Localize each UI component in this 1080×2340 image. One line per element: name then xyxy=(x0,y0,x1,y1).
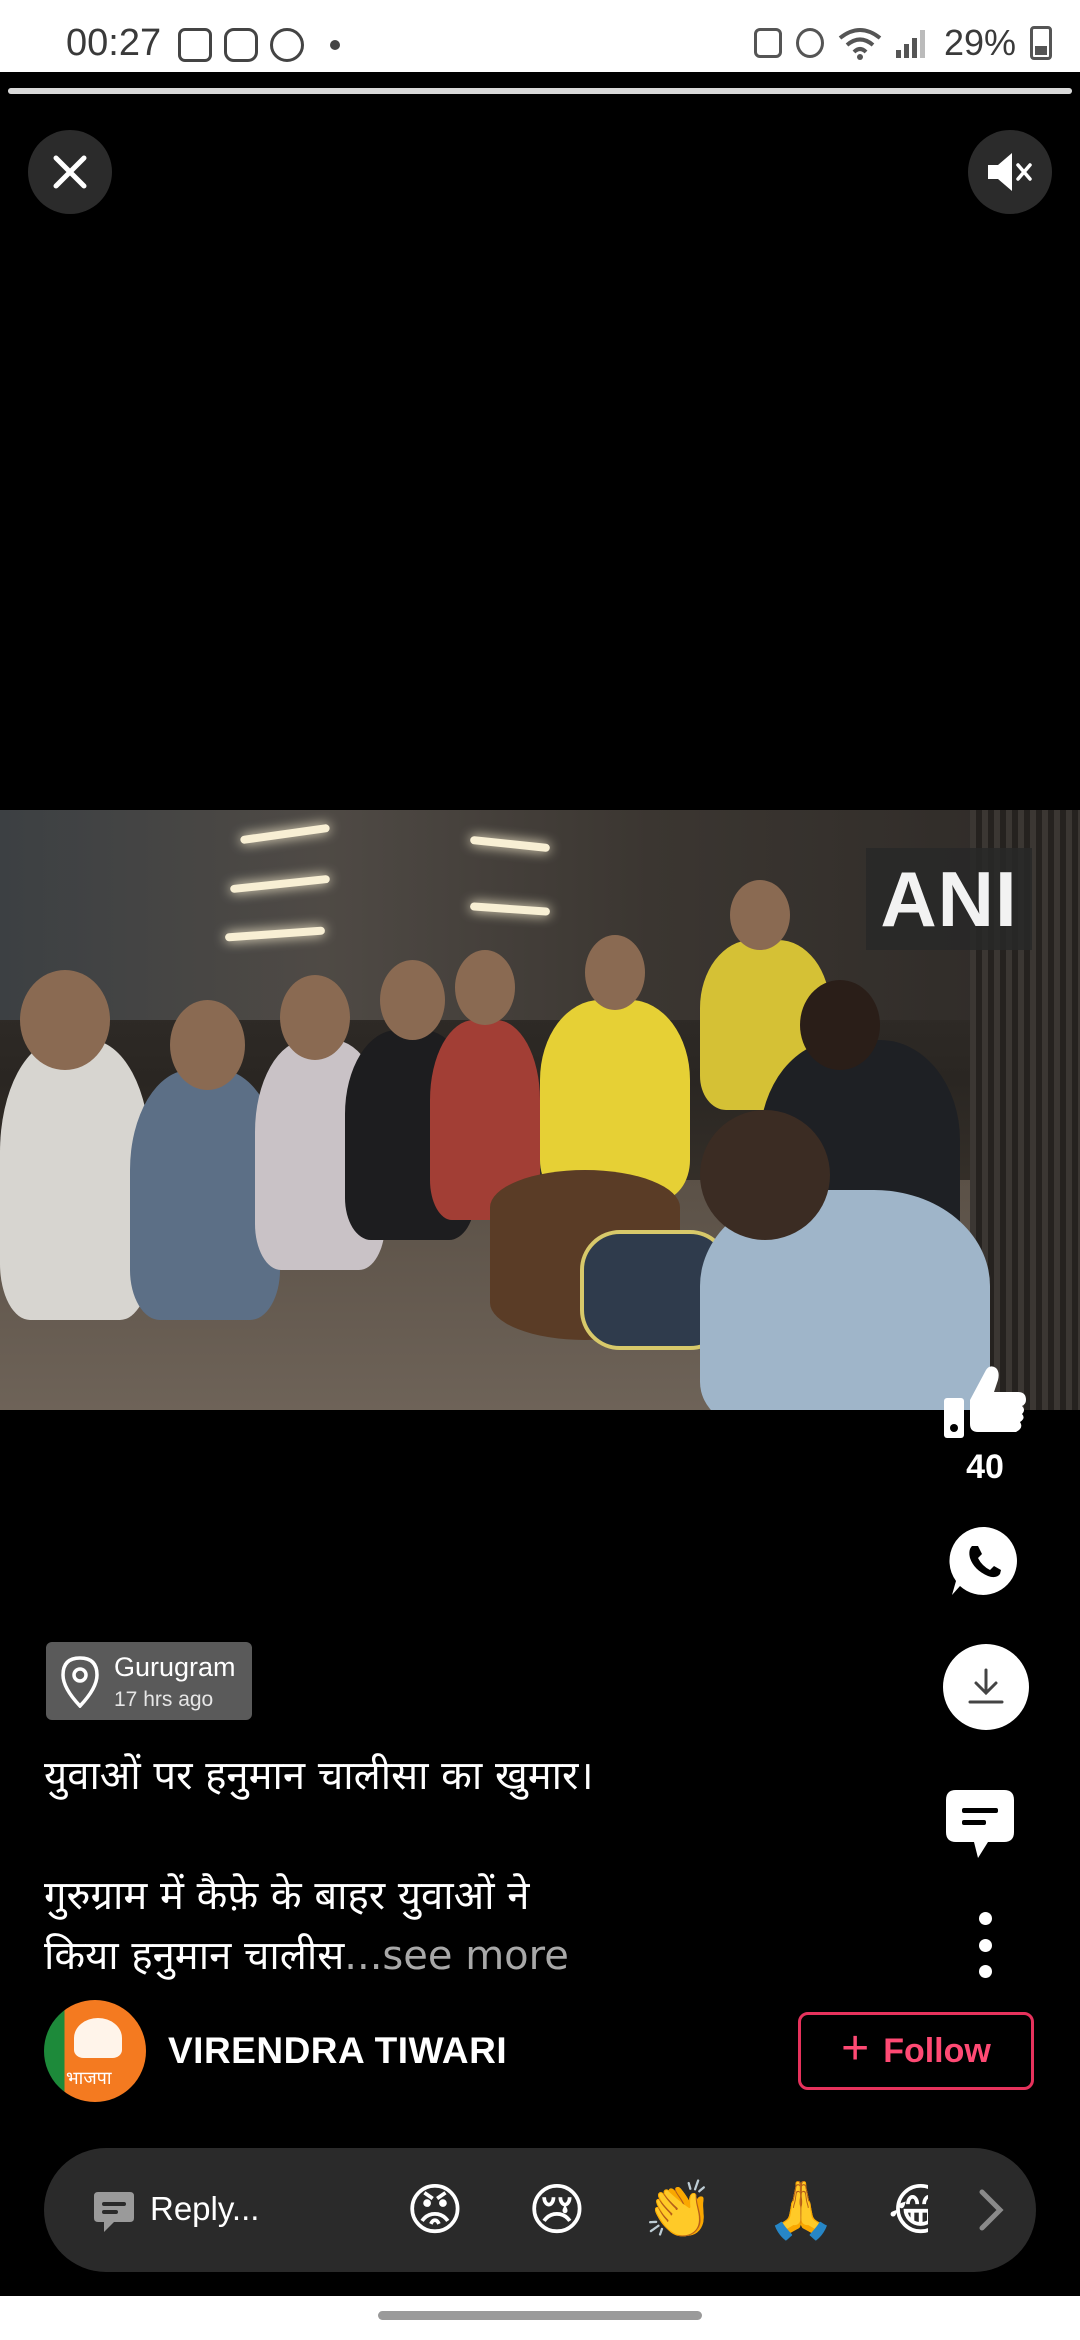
video-person-head xyxy=(585,935,645,1010)
video-person-head xyxy=(700,1110,830,1240)
see-more-link[interactable]: ...see more xyxy=(344,1933,569,1979)
video-person-head xyxy=(455,950,515,1025)
emoji-angry-button[interactable]: 😡 xyxy=(400,2178,470,2242)
more-dot xyxy=(978,1965,992,1978)
download-icon xyxy=(968,1668,1004,1704)
emoji-pray-button[interactable]: 🙏 xyxy=(766,2178,836,2242)
download-button[interactable] xyxy=(943,1644,1029,1730)
plus-icon: + xyxy=(841,2021,870,2075)
comment-button[interactable] xyxy=(944,1788,1016,1862)
status-bar: 00:27 29% xyxy=(0,0,1080,72)
thumbs-up-icon xyxy=(944,1366,1026,1438)
reply-bar: Reply... 😡 😢 👏 🙏 😂 xyxy=(44,2148,1036,2272)
wifi-icon xyxy=(838,28,882,60)
close-icon xyxy=(53,155,87,189)
status-time: 00:27 xyxy=(66,22,162,64)
more-dot xyxy=(978,1912,992,1925)
caption-line: किया हनुमान चालीस xyxy=(44,1933,345,1979)
video-person-head xyxy=(380,960,445,1040)
video-person-head xyxy=(20,970,110,1070)
story-progress-fill xyxy=(8,88,1072,94)
signal-icon xyxy=(895,28,930,58)
battery-percent: 29% xyxy=(943,22,1016,63)
notification-icons xyxy=(178,28,340,62)
battery-icon xyxy=(1030,26,1052,60)
location-city: Gurugram xyxy=(114,1652,236,1682)
author-avatar[interactable]: भाजपा xyxy=(44,2000,146,2102)
more-dot xyxy=(978,1938,992,1952)
whatsapp-icon xyxy=(949,1526,1017,1595)
data-saver-icon xyxy=(753,28,782,58)
emoji-clap-button[interactable]: 👏 xyxy=(644,2178,714,2242)
whatsapp-share-button[interactable] xyxy=(948,1524,1022,1598)
caption-line: गुरुग्राम में कैफ़े के बाहर युवाओं ने xyxy=(44,1873,530,1919)
emoji-laugh-button[interactable]: 😂 xyxy=(888,2178,928,2242)
like-button[interactable] xyxy=(942,1362,1028,1442)
follow-button[interactable]: + Follow xyxy=(798,2012,1034,2090)
close-button[interactable] xyxy=(28,130,112,214)
comment-icon xyxy=(946,1790,1014,1858)
gallery-icon xyxy=(178,28,212,62)
alarm-icon xyxy=(795,28,824,58)
ani-watermark: ANI xyxy=(866,848,1032,950)
more-notifications-dot xyxy=(330,40,340,50)
lotus-logo-icon xyxy=(74,2018,122,2058)
emoji-crying-button[interactable]: 😢 xyxy=(522,2178,592,2242)
video-player[interactable]: ANI xyxy=(0,810,1080,1410)
video-person-head xyxy=(800,980,880,1070)
follow-label: Follow xyxy=(883,2031,991,2070)
avatar-logo-text: भाजपा xyxy=(66,2068,112,2089)
status-right: 29% xyxy=(753,22,1052,64)
post-caption[interactable]: युवाओं पर हनुमान चालीसा का खुमार। गुरुग्… xyxy=(44,1746,864,1986)
caption-line: युवाओं पर हनुमान चालीसा का खुमार। xyxy=(44,1753,594,1799)
video-person xyxy=(0,1040,150,1320)
video-person-head xyxy=(170,1000,245,1090)
post-time: 17 hrs ago xyxy=(114,1688,214,1711)
more-options-button[interactable] xyxy=(968,1912,1002,1978)
location-pin-icon xyxy=(61,1656,99,1708)
mute-button[interactable] xyxy=(968,130,1052,214)
author-name[interactable]: VIRENDRA TIWARI xyxy=(168,2030,507,2072)
story-progress-bar xyxy=(8,88,1072,94)
instagram-icon xyxy=(224,28,258,62)
location-tag[interactable]: Gurugram 17 hrs ago xyxy=(46,1642,252,1720)
reply-icon xyxy=(94,2192,134,2232)
reply-input[interactable]: Reply... xyxy=(150,2190,259,2228)
whatsapp-icon xyxy=(270,28,304,62)
chevron-right-icon[interactable] xyxy=(974,2186,1006,2234)
speaker-muted-icon xyxy=(988,153,1032,191)
like-count: 40 xyxy=(966,1448,1004,1486)
home-gesture-handle[interactable] xyxy=(378,2311,702,2320)
video-person-head xyxy=(280,975,350,1060)
video-person-head xyxy=(730,880,790,950)
